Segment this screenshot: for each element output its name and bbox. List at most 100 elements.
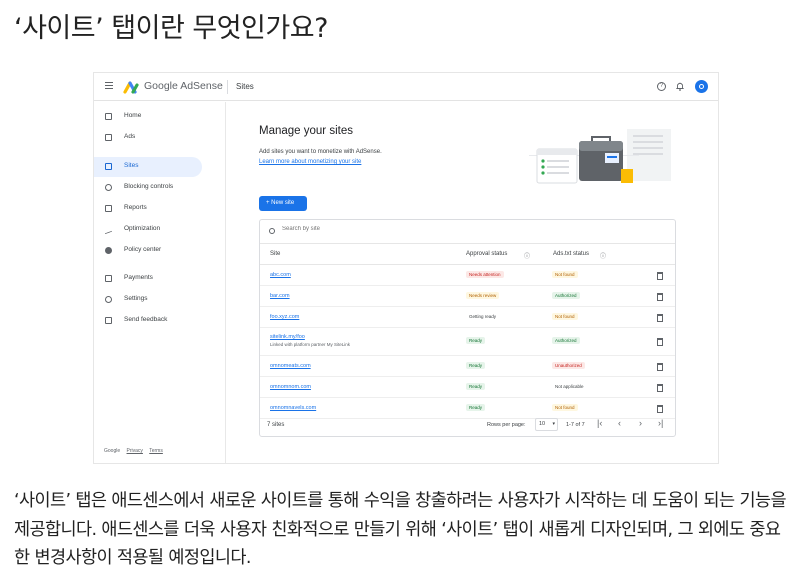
sidebar-item-label: Send feedback xyxy=(124,316,168,323)
site-link[interactable]: abc.com xyxy=(270,272,291,278)
feedback-icon xyxy=(105,317,112,324)
approval-status-badge: Needs attention xyxy=(466,271,504,278)
sidebar-item-sites[interactable]: Sites xyxy=(94,157,202,177)
block-icon xyxy=(105,184,112,191)
adstxt-status-badge: Not found xyxy=(552,313,578,320)
top-bar: Google AdSense Sites ? xyxy=(94,73,718,101)
table-row: bar.com Needs review Authorized xyxy=(260,286,675,307)
site-link[interactable]: omnomnom.com xyxy=(270,384,311,390)
sidebar-item-label: Reports xyxy=(124,204,147,211)
sidebar-item-send-feedback[interactable]: Send feedback xyxy=(94,311,202,331)
next-page-icon[interactable]: › xyxy=(639,418,642,428)
site-link[interactable]: sitelink.my/foo xyxy=(270,334,305,340)
approval-status-badge: Needs review xyxy=(466,292,500,299)
page-range: 1-7 of 7 xyxy=(566,422,585,428)
brand-name: Google AdSense xyxy=(144,80,223,92)
delete-icon[interactable] xyxy=(657,384,663,392)
approval-status-badge: Ready xyxy=(466,383,486,390)
adstxt-status-badge: Not applicable xyxy=(555,384,584,389)
bell-icon[interactable] xyxy=(676,81,684,91)
adstxt-status-badge: Not found xyxy=(552,404,578,411)
sites-illustration xyxy=(529,129,671,184)
rows-per-page-select[interactable]: 10 xyxy=(535,418,558,431)
adstxt-status-badge: Authorized xyxy=(552,292,580,299)
terms-link[interactable]: Terms xyxy=(149,448,163,454)
sidebar-item-label: Settings xyxy=(124,295,148,302)
adstxt-info-icon[interactable]: ⓘ xyxy=(600,251,606,260)
sidebar-item-blocking-controls[interactable]: Blocking controls xyxy=(94,178,202,198)
sidebar-item-ads[interactable]: Ads xyxy=(94,128,202,148)
table-row: omnomnavels.com Ready Not found xyxy=(260,398,675,419)
sidebar-item-settings[interactable]: Settings xyxy=(94,290,202,310)
approval-status-badge: Ready xyxy=(466,404,486,411)
delete-icon[interactable] xyxy=(657,338,663,346)
adstxt-status-badge: Not found xyxy=(552,271,578,278)
delete-icon[interactable] xyxy=(657,272,663,280)
sites-table: Site Approval status ⓘ Ads.txt status ⓘ … xyxy=(259,219,676,437)
article-heading: ‘사이트’ 탭이란 무엇인가요? xyxy=(14,13,328,44)
policy-icon xyxy=(105,247,112,254)
search-icon xyxy=(269,228,275,234)
section-title: Sites xyxy=(236,82,254,91)
sidebar-item-label: Ads xyxy=(124,133,136,140)
optimization-icon xyxy=(105,224,112,235)
table-row: sitelink.my/foo Linked with platform part… xyxy=(260,328,675,356)
last-page-icon[interactable]: ›| xyxy=(658,418,663,428)
site-subtext: Linked with platform partner My SiteLink xyxy=(270,342,351,347)
delete-icon[interactable] xyxy=(657,314,663,322)
sidebar-item-policy-center[interactable]: Policy center xyxy=(94,241,202,261)
privacy-link[interactable]: Privacy xyxy=(127,448,143,454)
divider xyxy=(227,80,228,94)
sidebar-item-optimization[interactable]: Optimization xyxy=(94,220,202,240)
column-header-approval-status[interactable]: Approval status xyxy=(466,251,507,257)
sidebar-item-reports[interactable]: Reports xyxy=(94,199,202,219)
avatar[interactable] xyxy=(695,80,708,93)
delete-icon[interactable] xyxy=(657,293,663,301)
adsense-logo-icon xyxy=(123,81,139,94)
site-link[interactable]: foo.xyz.com xyxy=(270,314,299,320)
sites-icon xyxy=(105,163,112,170)
help-icon[interactable]: ? xyxy=(657,82,666,91)
reports-icon xyxy=(105,205,112,212)
column-header-adstxt-status[interactable]: Ads.txt status xyxy=(553,251,589,257)
column-header-site[interactable]: Site xyxy=(270,251,280,257)
site-count: 7 sites xyxy=(267,422,285,428)
learn-more-link[interactable]: Learn more about monetizing your site xyxy=(259,159,361,165)
sidebar-item-label: Policy center xyxy=(124,246,162,253)
home-icon xyxy=(105,113,112,120)
page-title: Manage your sites xyxy=(259,125,353,137)
sidebar-item-home[interactable]: Home xyxy=(94,107,202,127)
delete-icon[interactable] xyxy=(657,405,663,413)
table-row: omnomeats.com Ready Unauthorized xyxy=(260,356,675,377)
sidebar-item-label: Blocking controls xyxy=(124,183,174,190)
first-page-icon[interactable]: |‹ xyxy=(597,418,602,428)
approval-info-icon[interactable]: ⓘ xyxy=(524,251,530,260)
sidebar-item-label: Payments xyxy=(124,274,153,281)
ads-icon xyxy=(105,134,112,141)
site-link[interactable]: bar.com xyxy=(270,293,290,299)
sidebar-item-payments[interactable]: Payments xyxy=(94,269,202,289)
previous-page-icon[interactable]: ‹ xyxy=(618,418,621,428)
new-site-button[interactable]: + New site xyxy=(259,196,307,211)
approval-status-badge: Getting ready xyxy=(469,314,497,319)
sidebar: Home Ads Sites Blocking controls Reports… xyxy=(94,102,226,463)
site-link[interactable]: omnomeats.com xyxy=(270,363,311,369)
menu-icon[interactable] xyxy=(105,82,113,89)
sidebar-item-label: Optimization xyxy=(124,225,161,232)
search-input[interactable] xyxy=(282,226,482,232)
adsense-screenshot: Google AdSense Sites ? Home Ads Sites Bl… xyxy=(93,72,719,464)
sidebar-item-label: Home xyxy=(124,112,142,119)
table-row: foo.xyz.com Getting ready Not found xyxy=(260,307,675,328)
delete-icon[interactable] xyxy=(657,363,663,371)
site-link[interactable]: omnomnavels.com xyxy=(270,405,316,411)
rows-per-page-label: Rows per page: xyxy=(487,422,526,428)
google-label: Google xyxy=(104,448,121,454)
search-bar xyxy=(260,220,675,244)
settings-icon xyxy=(105,296,112,303)
adstxt-status-badge: Authorized xyxy=(552,337,580,344)
page-subtitle: Add sites you want to monetize with AdSe… xyxy=(259,149,382,155)
payments-icon xyxy=(105,275,112,282)
table-row: abc.com Needs attention Not found xyxy=(260,265,675,286)
sidebar-footer: Google Privacy Terms xyxy=(104,448,168,454)
approval-status-badge: Ready xyxy=(466,337,486,344)
